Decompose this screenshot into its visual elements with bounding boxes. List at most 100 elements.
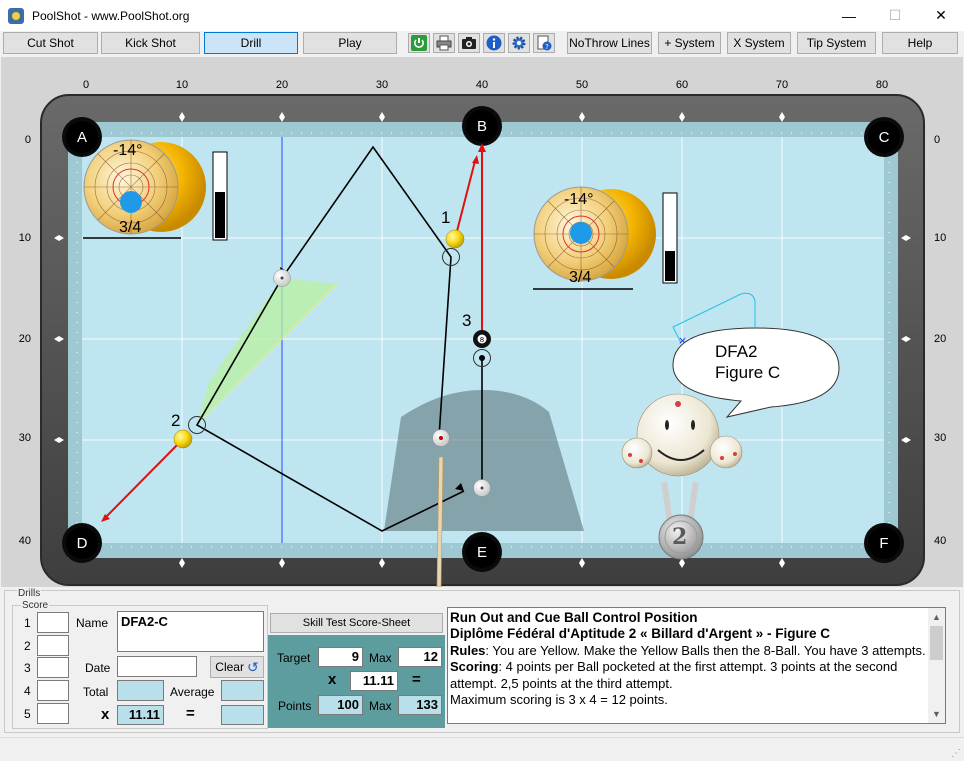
ball-number-2: 2 (171, 411, 181, 430)
power-gauge-right (662, 192, 678, 284)
help-button[interactable]: Help (882, 32, 958, 54)
points-max-label: Max (369, 699, 392, 713)
x-axis-label: 20 (275, 79, 289, 91)
score-row-number: 3 (24, 661, 31, 675)
help-page-icon[interactable]: ? (533, 33, 555, 53)
x-axis-label: 60 (675, 79, 689, 91)
multiply-label: x (101, 706, 110, 723)
pocket-f[interactable]: F (868, 527, 900, 559)
target-crosshair (479, 355, 485, 361)
scrollbar-thumb[interactable] (930, 626, 943, 660)
y-axis-label-left: 10 (18, 232, 31, 244)
points-field: 100 (318, 695, 363, 715)
target-field[interactable]: 9 (318, 647, 363, 667)
ball-number-1: 1 (441, 208, 451, 227)
drill-max-scoring: Maximum scoring is 3 x 4 = 12 points. (450, 692, 668, 708)
info-icon[interactable] (483, 33, 505, 53)
equals-label-2: = (412, 671, 421, 688)
x-axis-label: 80 (875, 79, 889, 91)
maximize-button[interactable]: ☐ (872, 0, 918, 31)
gear-icon[interactable] (508, 33, 530, 53)
play-button[interactable]: Play (303, 32, 397, 54)
score-input-4[interactable] (37, 680, 69, 701)
description-scrollbar[interactable]: ▲ ▼ (928, 608, 945, 723)
score-row-number: 4 (24, 684, 31, 698)
resize-grip-icon[interactable]: ⋰ (951, 748, 961, 759)
total-field (117, 680, 164, 701)
equals-label: = (186, 705, 195, 722)
drill-button[interactable]: Drill (204, 32, 298, 54)
eight-ball[interactable]: 8 (473, 330, 491, 348)
nothrow-lines-button[interactable]: NoThrow Lines (567, 32, 652, 54)
cue-tip-chart-left (83, 139, 206, 239)
cue-ball-marker-2 (473, 479, 491, 497)
skill-test-sheet-button[interactable]: Skill Test Score-Sheet (270, 613, 443, 633)
score-input-3[interactable] (37, 657, 69, 678)
pocket-c[interactable]: C (868, 121, 900, 153)
x-system-button[interactable]: X System (727, 32, 791, 54)
name-label: Name (76, 616, 109, 630)
score-legend: Score (21, 600, 50, 611)
score-row-number: 2 (24, 639, 31, 653)
target-label: Target (277, 651, 311, 665)
power-icon[interactable] (408, 33, 430, 53)
window-controls: — ☐ ✕ (826, 0, 964, 31)
drill-description[interactable]: Run Out and Cue Ball Control Position Di… (447, 607, 946, 724)
svg-text:8: 8 (480, 336, 484, 344)
pocket-b[interactable]: B (466, 110, 498, 142)
max-field[interactable]: 12 (398, 647, 442, 667)
score-input-1[interactable] (37, 612, 69, 633)
minimize-button[interactable]: — (826, 0, 872, 31)
x-axis-label: 30 (375, 79, 389, 91)
title-bar: PoolShot - www.PoolShot.org — ☐ ✕ (0, 0, 964, 31)
x-axis-label: 70 (775, 79, 789, 91)
plus-system-button[interactable]: + System (658, 32, 721, 54)
close-button[interactable]: ✕ (918, 0, 964, 31)
medal-number: 2 (672, 524, 688, 550)
drill-subtitle: Diplôme Fédéral d'Aptitude 2 « Billard d… (450, 626, 830, 642)
date-field[interactable] (117, 656, 197, 677)
y-axis-label-left: 30 (18, 432, 31, 444)
scoring-label: Scoring (450, 659, 499, 675)
tip-system-button[interactable]: Tip System (797, 32, 876, 54)
clear-button-label: Clear (215, 660, 244, 674)
drill-scoring: Scoring: 4 points per Ball pocketed at t… (450, 659, 928, 692)
score-input-5[interactable] (37, 703, 69, 724)
pocket-a[interactable]: A (66, 121, 98, 153)
y-axis-label-left: 40 (18, 535, 31, 547)
result-field (221, 705, 264, 725)
kick-shot-button[interactable]: Kick Shot (101, 32, 200, 54)
clear-button[interactable]: Clear ↺ (210, 656, 264, 678)
toolbar: Cut Shot Kick Shot Drill Play ? NoThrow … (0, 31, 964, 57)
x-axis-label: 0 (82, 79, 90, 91)
x-axis-label: 40 (475, 79, 489, 91)
average-label: Average (170, 685, 215, 699)
status-bar: ⋰ (0, 737, 964, 761)
scroll-down-icon[interactable]: ▼ (932, 709, 941, 719)
yellow-ball-1[interactable] (445, 229, 465, 249)
name-field[interactable]: DFA2-C (117, 611, 264, 652)
points-max-field: 133 (398, 695, 442, 715)
cut-shot-button[interactable]: Cut Shot (3, 32, 98, 54)
pocket-e[interactable]: E (466, 536, 498, 568)
camera-icon[interactable] (458, 33, 480, 53)
rules-label: Rules (450, 642, 486, 658)
scroll-up-icon[interactable]: ▲ (932, 612, 941, 622)
yellow-ball-2[interactable] (173, 429, 193, 449)
score-row-number: 1 (24, 616, 31, 630)
multiply-label-2: x (328, 671, 337, 688)
multiplier-field: 11.11 (117, 705, 164, 725)
cue-ball[interactable] (432, 429, 450, 447)
average-field (221, 680, 264, 701)
points-label: Points (278, 699, 312, 713)
y-axis-label-right: 0 (934, 134, 941, 146)
pool-table-area[interactable]: 8 × 0 10 20 30 40 50 60 70 80 0 10 20 30… (1, 57, 963, 587)
y-axis-label-right: 40 (934, 535, 947, 547)
pocket-d[interactable]: D (66, 527, 98, 559)
y-axis-label-left: 0 (24, 134, 31, 146)
printer-icon[interactable] (433, 33, 455, 53)
power-gauge-left (212, 151, 228, 241)
window-title: PoolShot - www.PoolShot.org (32, 8, 190, 23)
score-input-2[interactable] (37, 635, 69, 656)
drill-title: Run Out and Cue Ball Control Position (450, 610, 698, 625)
